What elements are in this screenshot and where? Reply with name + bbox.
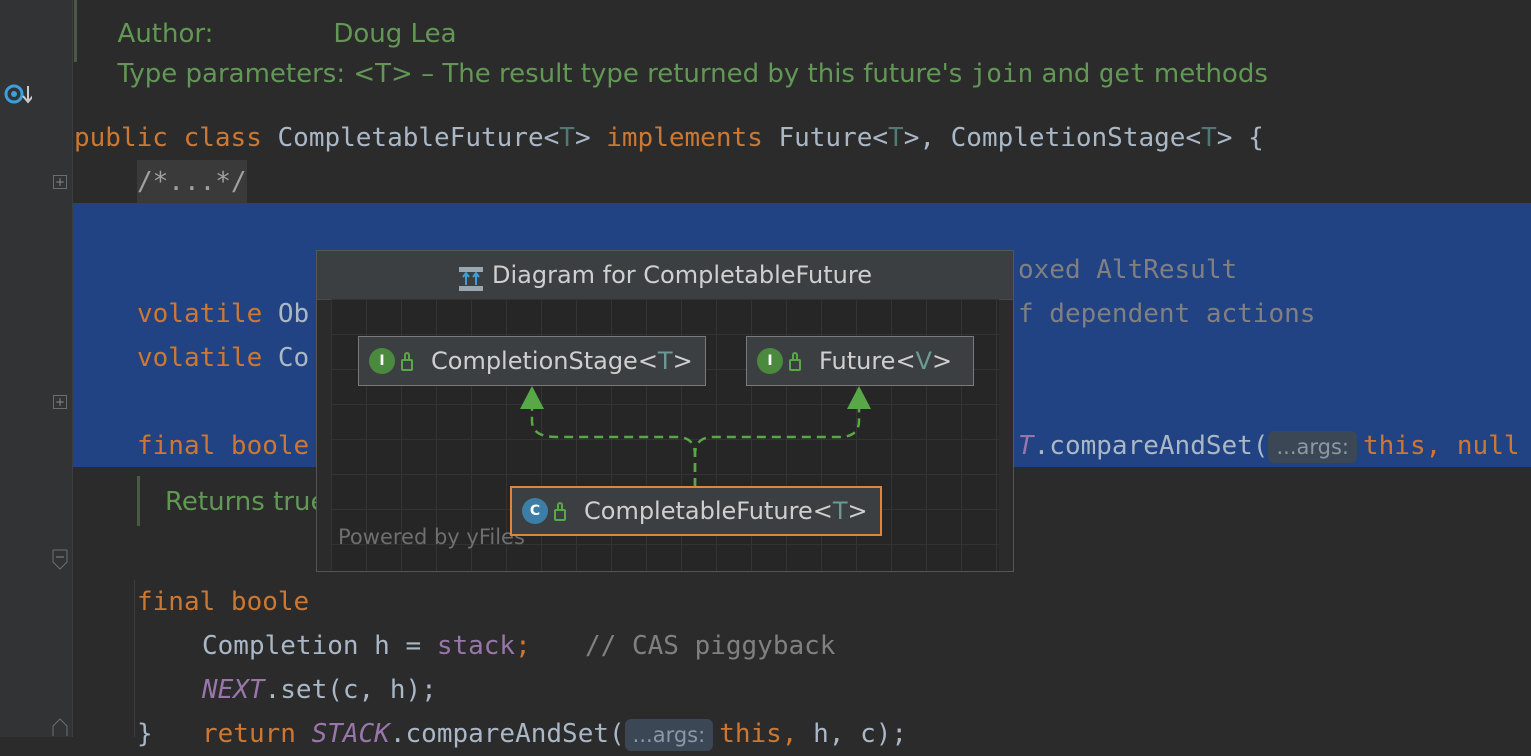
parameter-hint: ...args:: [1268, 430, 1357, 463]
fold-end-icon[interactable]: [52, 718, 68, 737]
node-future[interactable]: I Future < V >: [746, 336, 974, 386]
doc-comment-bar: [74, 0, 77, 62]
doc-comment-bar: [137, 476, 140, 526]
doc-returns-line: Returns true: [165, 487, 327, 517]
lock-icon: [789, 352, 801, 371]
code-comment-stack: f dependent actions: [1018, 299, 1316, 329]
arrowhead-future: [847, 386, 871, 409]
code-comment-result: oxed AltResult: [1018, 255, 1238, 285]
node-completionstage[interactable]: I CompletionStage < T >: [358, 336, 706, 386]
node-completablefuture[interactable]: C CompletableFuture < T >: [510, 486, 882, 536]
closing-brace: }: [137, 719, 153, 749]
code-line-volatile-stack: volatile Co: [137, 343, 310, 373]
folded-comment[interactable]: /*...*/: [137, 160, 247, 204]
class-declaration-line: public class CompletableFuture<T> implem…: [74, 123, 1264, 153]
parameter-hint: ...args:: [624, 718, 714, 751]
code-line-final-internal-tail: T.compareAndSet(...args: this, null: [1018, 430, 1520, 463]
code-line-final-internal: final boole: [137, 431, 310, 461]
code-line-return: return STACK.compareAndSet(...args: this,…: [202, 718, 908, 751]
editor-gutter: [0, 0, 72, 737]
fold-expand-icon[interactable]: +: [53, 175, 67, 189]
lock-icon: [401, 352, 413, 371]
diagram-popup[interactable]: Diagram for CompletableFuture I Completi…: [316, 250, 1014, 572]
fold-collapse-icon[interactable]: [52, 549, 68, 571]
interface-icon: I: [369, 348, 395, 374]
powered-by-label: Powered by yFiles: [338, 525, 525, 549]
class-icon: C: [522, 498, 548, 524]
code-comment-cas: // CAS piggyback: [585, 631, 836, 661]
lock-icon: [554, 502, 566, 521]
interface-icon: I: [757, 348, 783, 374]
implemented-gutter-icon[interactable]: [4, 82, 34, 106]
fold-expand-icon[interactable]: +: [53, 395, 67, 409]
arrowhead-completionstage: [520, 386, 544, 409]
indent-guide: [134, 580, 135, 737]
